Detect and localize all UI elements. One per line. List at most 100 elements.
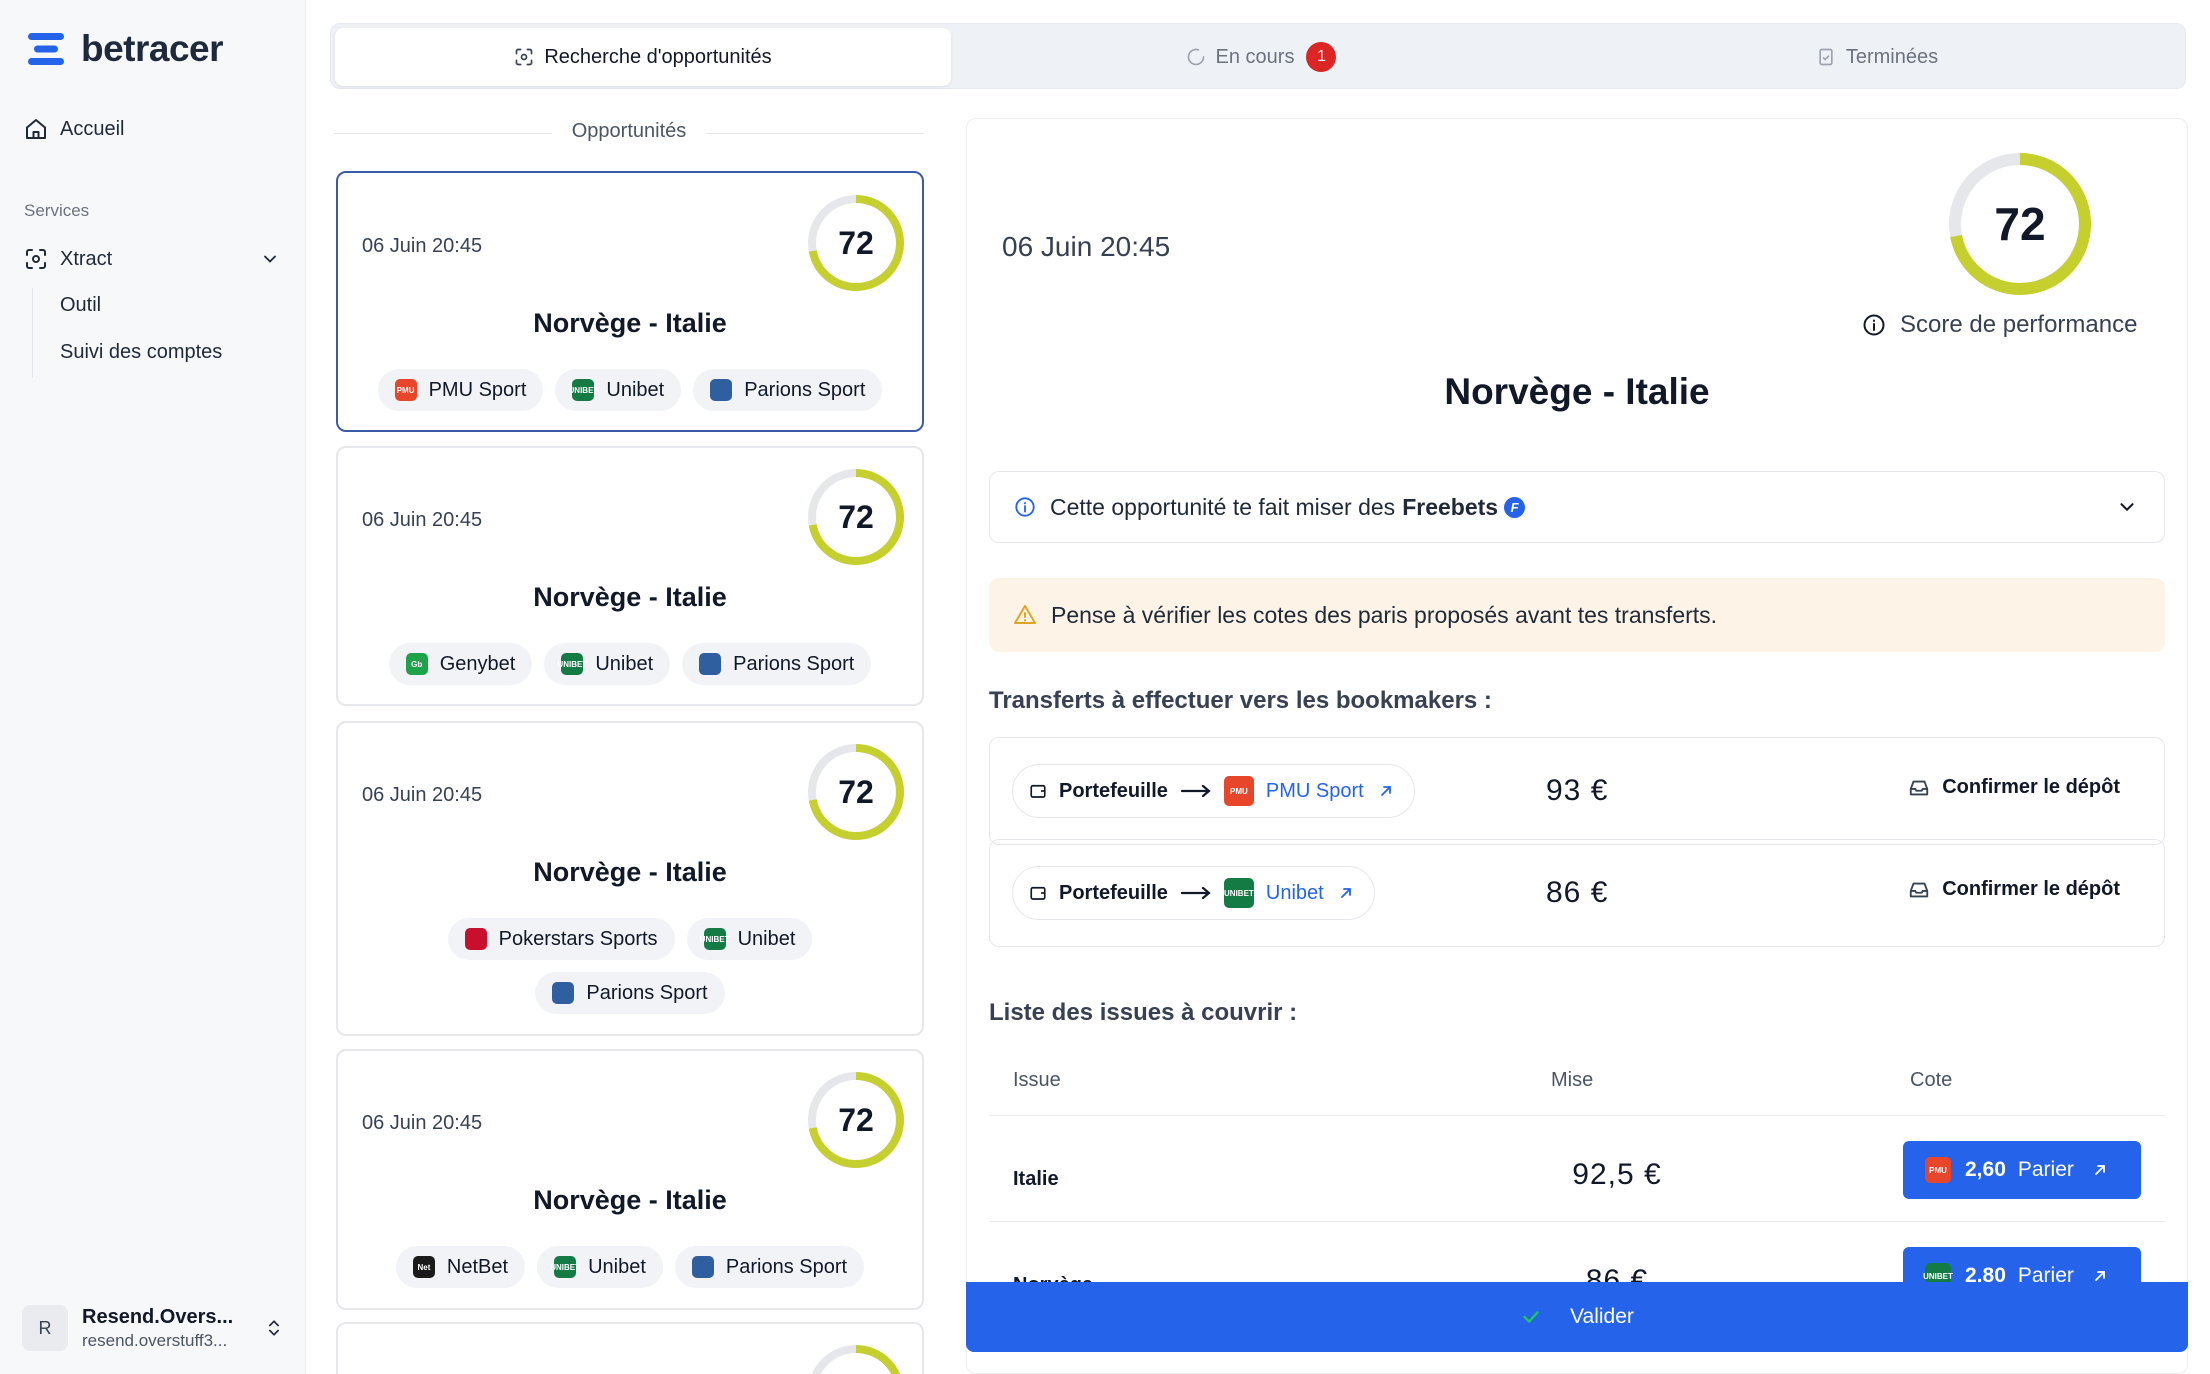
validate-button[interactable]: Valider <box>966 1282 2188 1352</box>
pmu-sport-logo-icon: PMU <box>394 379 417 401</box>
bookmaker-name: Parions Sport <box>733 652 855 675</box>
sidebar-item-xtract[interactable]: Xtract <box>24 247 280 271</box>
tab-label: Terminées <box>1845 45 1939 68</box>
card-title: Norvège - Italie <box>533 582 727 612</box>
score-value: 72 <box>838 1101 874 1138</box>
sidebar-item-suivi-comptes[interactable]: Suivi des comptes <box>60 341 222 364</box>
transfer-row: Portefeuille PMU PMU Sport 93 € Confirme… <box>989 737 2165 845</box>
bookmaker-chip: Gb Genybet <box>388 643 533 685</box>
tab-label: Recherche d'opportunités <box>544 45 772 68</box>
card-date: 06 Juin 20:45 <box>362 1112 483 1134</box>
issue-name: Italie <box>1013 1168 1059 1190</box>
chevron-down-icon[interactable] <box>2116 496 2138 518</box>
bookmaker-name: Parions Sport <box>744 378 866 401</box>
freebet-accordion[interactable]: Cette opportunité te fait miser des Free… <box>989 471 2165 543</box>
card-date: 06 Juin 20:45 <box>362 509 483 531</box>
user-name: Resend.Overs... <box>82 1305 234 1328</box>
performance-label: Score de performance <box>1862 311 2137 339</box>
bookmaker-chip: UNIBET Unibet <box>686 918 813 960</box>
tab-label: En cours <box>1215 45 1295 68</box>
external-link-icon <box>2095 1165 2105 1175</box>
external-link-icon <box>1380 786 1391 796</box>
tab-recherche[interactable]: Recherche d'opportunités <box>335 28 951 86</box>
score-value: 72 <box>838 498 874 535</box>
bet-button[interactable]: PMU 2,60 Parier <box>1903 1141 2141 1199</box>
confirm-deposit-button[interactable]: Confirmer le dépôt <box>1908 878 2120 901</box>
opportunity-card[interactable]: 06 Juin 20:45 72 Norvège - Italie PMU PMU… <box>336 171 924 432</box>
sidebar: betracer Accueil Services Xtract Outil S… <box>0 0 306 1374</box>
bookmaker-name: Parions Sport <box>725 1255 848 1278</box>
sidebar-item-home[interactable]: Accueil <box>24 117 124 141</box>
bookmaker-chip: Parions Sport <box>535 972 725 1014</box>
app-logo[interactable]: betracer <box>26 28 224 70</box>
wallet-icon <box>1030 784 1046 798</box>
bookmaker-chip: Pokerstars Sports <box>447 918 675 960</box>
sidebar-item-outil[interactable]: Outil <box>60 294 101 317</box>
logo-icon <box>28 33 64 65</box>
opportunity-card[interactable]: 06 Juin 20:45 72 Norvège - Italie Net Net… <box>336 1049 924 1310</box>
avatar: R <box>22 1305 68 1351</box>
transfer-from: Portefeuille <box>1059 779 1168 802</box>
score-value: 72 <box>838 773 874 810</box>
arrow-right-icon <box>1180 784 1211 798</box>
wallet-icon <box>1030 886 1046 900</box>
inbox-icon <box>1910 780 1929 795</box>
transfer-row: Portefeuille UNIBET Unibet 86 € Confirme… <box>989 839 2165 947</box>
opportunity-card[interactable]: 06 Juin 20:45 72 Norvège - Italie Gb Geny… <box>336 446 924 706</box>
bookmaker-name: PMU Sport <box>428 378 527 401</box>
validate-label: Valider <box>1570 1305 1634 1328</box>
bookmaker-name: Unibet <box>588 1255 646 1278</box>
card-title: Norvège - Italie <box>533 308 727 338</box>
bookmaker-chips: PMU PMU Sport UNIBET Unibet Parions Sport <box>338 369 922 411</box>
freebet-text: Cette opportunité te fait miser des <box>1050 493 1396 520</box>
unibet-logo-icon: UNIBET <box>1223 878 1254 908</box>
column-header-issue: Issue <box>1013 1069 1061 1091</box>
opportunity-card[interactable] <box>336 1322 924 1374</box>
issues-title: Liste des issues à couvrir : <box>989 999 1298 1026</box>
user-menu[interactable]: R Resend.Overs... resend.overstuff3... <box>22 1300 292 1356</box>
arrow-right-icon <box>1180 886 1211 900</box>
genybet-logo-icon: Gb <box>405 653 428 675</box>
score-ring: 72 <box>808 744 904 840</box>
divider <box>706 133 924 134</box>
parions-sport-logo-icon <box>710 379 733 401</box>
unibet-logo-icon: UNIBET <box>569 379 598 401</box>
card-title: Norvège - Italie <box>533 857 727 887</box>
confirm-deposit-button[interactable]: Confirmer le dépôt <box>1908 776 2120 799</box>
transfers-title: Transferts à effectuer vers les bookmake… <box>989 687 1492 714</box>
opportunity-card[interactable]: 06 Juin 20:45 72 Norvège - Italie Pokers… <box>336 721 924 1036</box>
freebet-badge: F <box>1504 496 1526 518</box>
clipboard-check-icon <box>1819 48 1833 66</box>
confirm-deposit-label: Confirmer le dépôt <box>1942 776 2120 798</box>
chevron-down-icon[interactable] <box>260 249 280 269</box>
app-name: betracer <box>81 28 224 69</box>
info-icon[interactable] <box>1862 313 1886 337</box>
unibet-logo-icon: UNIBET <box>557 653 587 675</box>
transfer-flow[interactable]: Portefeuille PMU PMU Sport <box>1012 764 1415 818</box>
tab-en-cours[interactable]: En cours 1 <box>955 28 1567 86</box>
parions-sport-logo-icon <box>552 982 575 1004</box>
performance-ring: 72 <box>1949 153 2091 295</box>
chevrons-up-down-icon[interactable] <box>264 1318 284 1338</box>
bookmaker-name: Parions Sport <box>586 981 708 1004</box>
bookmaker-chips: Net NetBet UNIBET Unibet Parions Sport <box>338 1246 922 1288</box>
score-ring: 72 <box>808 1072 904 1168</box>
info-icon <box>1015 497 1035 517</box>
pmu-sport-logo-icon: PMU <box>1223 776 1254 806</box>
score-ring: 72 <box>808 469 904 565</box>
bookmaker-name: Unibet <box>595 652 654 675</box>
bookmaker-chip: Parions Sport <box>682 643 872 685</box>
warning-alert: Pense à vérifier les cotes des paris pro… <box>989 578 2165 652</box>
home-icon <box>26 119 46 139</box>
bookmaker-name: Unibet <box>737 927 796 950</box>
bookmaker-chip: PMU PMU Sport <box>377 369 544 411</box>
detail-date: 06 Juin 20:45 <box>1002 231 1171 262</box>
sidebar-item-label: Accueil <box>60 117 125 140</box>
sidebar-section-label: Services <box>24 201 90 220</box>
tab-terminees[interactable]: Terminées <box>1571 28 2183 86</box>
list-header: Opportunités <box>334 120 924 148</box>
transfer-flow[interactable]: Portefeuille UNIBET Unibet <box>1012 866 1375 920</box>
list-header-label: Opportunités <box>571 120 687 142</box>
card-date: 06 Juin 20:45 <box>362 784 483 806</box>
scan-icon <box>26 249 46 269</box>
